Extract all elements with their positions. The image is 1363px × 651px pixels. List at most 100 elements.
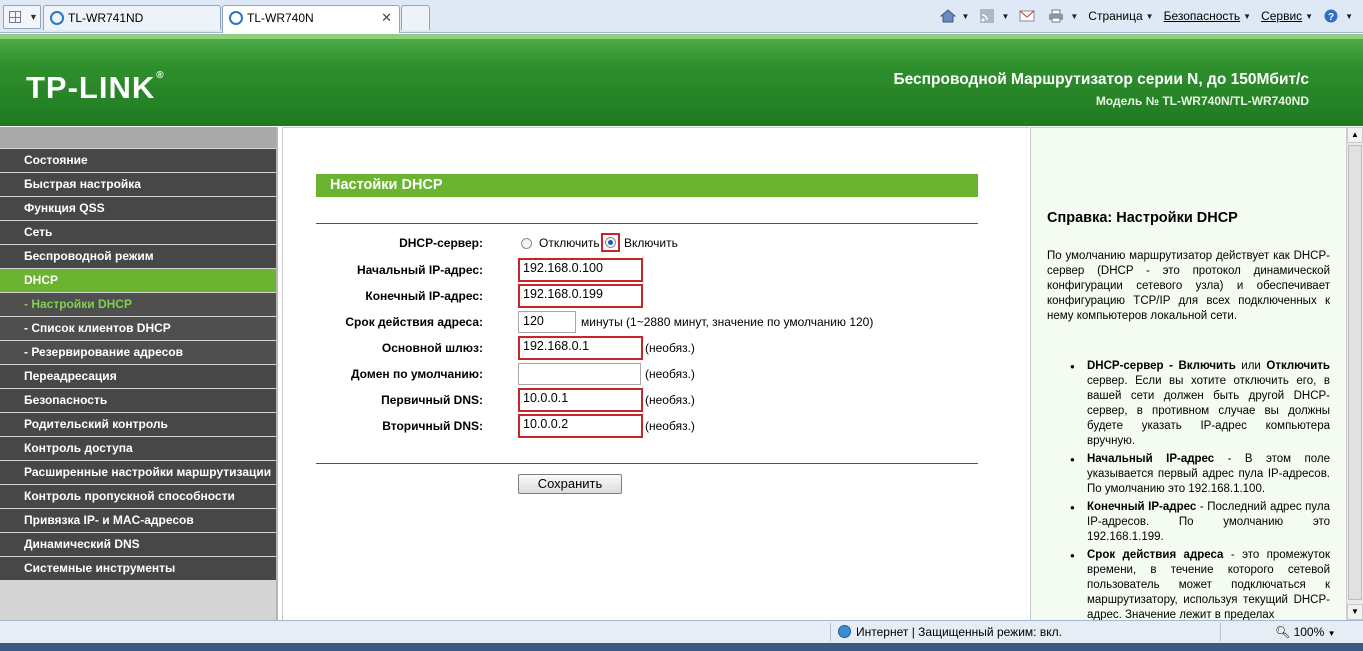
sidebar-item-address-reservation[interactable]: - Резервирование адресов — [0, 340, 276, 364]
zoom-level: 100% — [1293, 625, 1325, 639]
quick-tabs-button[interactable]: ▼ — [3, 5, 41, 29]
service-menu[interactable]: Сервис ▼ — [1261, 9, 1313, 23]
default-domain-label: Домен по умолчанию: — [350, 367, 483, 381]
chevron-down-icon: ▼ — [1145, 11, 1154, 21]
gateway-label: Основной шлюз: — [381, 341, 483, 355]
divider — [1220, 623, 1221, 641]
help-term: Отключить — [1266, 360, 1330, 372]
globe-icon — [838, 625, 851, 638]
command-bar: ▼ ▼ ▼ Страница ▼ Безопасность ▼ Сервис ▼… — [939, 7, 1363, 25]
secondary-dns-label: Вторичный DNS: — [382, 419, 483, 433]
close-tab-icon[interactable]: ✕ — [381, 10, 392, 26]
scroll-down-icon[interactable]: ▼ — [1347, 604, 1363, 620]
security-menu-label: Безопасность — [1163, 9, 1241, 23]
sidebar-item-network[interactable]: Сеть — [0, 220, 276, 244]
help-button[interactable]: ? ▼ — [1323, 9, 1353, 23]
main-content: Настойки DHCP DHCP-сервер: Отключить Вкл… — [282, 127, 1029, 620]
help-term: Срок действия адреса — [1087, 549, 1224, 561]
security-zone-label: Интернет | Защищенный режим: вкл. — [856, 625, 1062, 639]
sidebar-item-dhcp-clients[interactable]: - Список клиентов DHCP — [0, 316, 276, 340]
sidebar-item-ddns[interactable]: Динамический DNS — [0, 532, 276, 556]
zoom-control[interactable]: 🔍︎ 100% ▼ — [1275, 625, 1336, 639]
sidebar-item-advanced-routing[interactable]: Расширенные настройки маршрутизации — [0, 460, 276, 484]
ie-icon — [50, 11, 64, 25]
dhcp-enable-label: Включить — [624, 236, 678, 250]
header-model: Модель № TL-WR740N/TL-WR740ND — [1095, 94, 1309, 108]
sidebar-item-quick-setup[interactable]: Быстрая настройка — [0, 172, 276, 196]
menu-top-spacer — [0, 127, 276, 148]
chevron-down-icon: ▼ — [1001, 11, 1010, 21]
browser-tab-2[interactable]: TL-WR740N ✕ — [222, 5, 400, 33]
help-scrollbar[interactable]: ▲ ▼ — [1346, 127, 1363, 620]
help-text: или — [1235, 360, 1267, 372]
security-zone[interactable]: Интернет | Защищенный режим: вкл. — [838, 625, 1062, 639]
security-menu[interactable]: Безопасность ▼ — [1164, 9, 1251, 23]
secondary-dns-input[interactable]: 10.0.0.2 — [518, 414, 643, 438]
mail-button[interactable] — [1019, 9, 1038, 23]
optional-note: (необяз.) — [645, 419, 695, 433]
save-button[interactable]: Сохранить — [518, 474, 622, 494]
page-menu[interactable]: Страница ▼ — [1088, 9, 1153, 23]
sidebar-item-bandwidth-control[interactable]: Контроль пропускной способности — [0, 484, 276, 508]
divider — [316, 223, 978, 224]
print-button[interactable]: ▼ — [1048, 9, 1078, 23]
help-list: DHCP-сервер - Включить или Отключить сер… — [1070, 359, 1330, 620]
help-icon: ? — [1324, 9, 1338, 23]
gateway-input[interactable]: 192.168.0.1 — [518, 336, 643, 360]
default-domain-input[interactable] — [518, 363, 641, 385]
scroll-up-icon[interactable]: ▲ — [1347, 127, 1363, 143]
chevron-down-icon: ▼ — [961, 11, 970, 21]
dhcp-server-label: DHCP-сервер: — [399, 236, 483, 250]
help-term: DHCP-сервер - Включить — [1087, 360, 1236, 372]
browser-status-bar: Интернет | Защищенный режим: вкл. 🔍︎ 100… — [0, 620, 1363, 643]
start-ip-input[interactable]: 192.168.0.100 — [518, 258, 643, 282]
sidebar-menu: Состояние Быстрая настройка Функция QSS … — [0, 127, 278, 620]
help-item: Начальный IP-адрес - В этом поле указыва… — [1070, 452, 1330, 497]
page-title: Настойки DHCP — [316, 174, 978, 197]
browser-tab-1[interactable]: TL-WR741ND — [43, 5, 221, 30]
chevron-down-icon: ▼ — [1327, 629, 1336, 638]
sidebar-item-parental-control[interactable]: Родительский контроль — [0, 412, 276, 436]
sidebar-item-access-control[interactable]: Контроль доступа — [0, 436, 276, 460]
browser-tab-label: TL-WR740N — [247, 11, 314, 25]
sidebar-item-forwarding[interactable]: Переадресация — [0, 364, 276, 388]
sidebar-item-system-tools[interactable]: Системные инструменты — [0, 556, 276, 580]
dhcp-disable-radio[interactable] — [521, 238, 532, 249]
sidebar-item-ip-mac-binding[interactable]: Привязка IP- и MAC-адресов — [0, 508, 276, 532]
home-icon — [939, 9, 956, 23]
optional-note: (необяз.) — [645, 367, 695, 381]
rss-icon — [980, 9, 995, 23]
zoom-icon: 🔍︎ — [1275, 625, 1291, 639]
sidebar-item-qss[interactable]: Функция QSS — [0, 196, 276, 220]
home-button[interactable]: ▼ — [939, 9, 970, 23]
chevron-down-icon: ▼ — [1243, 11, 1252, 21]
ie-icon — [229, 11, 243, 25]
lease-time-input[interactable]: 120 — [518, 311, 576, 333]
sidebar-item-security[interactable]: Безопасность — [0, 388, 276, 412]
sidebar-item-dhcp[interactable]: DHCP — [0, 268, 276, 292]
help-text: сервер. Если вы хотите отключить его, в … — [1087, 375, 1330, 447]
dhcp-enable-radio[interactable] — [605, 237, 616, 248]
dhcp-disable-label: Отключить — [539, 236, 600, 250]
help-item: Срок действия адреса - это промежуток вр… — [1070, 548, 1330, 620]
tplink-logo: TP-LINK® — [26, 70, 165, 106]
primary-dns-label: Первичный DNS: — [381, 393, 483, 407]
optional-note: (необяз.) — [645, 341, 695, 355]
help-item: DHCP-сервер - Включить или Отключить сер… — [1070, 359, 1330, 449]
primary-dns-input[interactable]: 10.0.0.1 — [518, 388, 643, 412]
help-intro: По умолчанию маршрутизатор действует как… — [1047, 250, 1330, 322]
sidebar-item-wireless[interactable]: Беспроводной режим — [0, 244, 276, 268]
sidebar-item-status[interactable]: Состояние — [0, 148, 276, 172]
feeds-button[interactable]: ▼ — [979, 9, 1009, 23]
header-divider — [0, 34, 1363, 39]
end-ip-input[interactable]: 192.168.0.199 — [518, 284, 643, 308]
lease-time-note: минуты (1~2880 минут, значение по умолча… — [581, 315, 874, 329]
new-tab-button[interactable] — [401, 5, 430, 30]
end-ip-label: Конечный IP-адрес: — [365, 289, 483, 303]
divider — [830, 623, 831, 641]
help-item: Конечный IP-адрес - Последний адрес пула… — [1070, 500, 1330, 545]
browser-tab-label: TL-WR741ND — [68, 11, 144, 25]
scrollbar-thumb[interactable] — [1348, 145, 1362, 600]
chevron-down-icon: ▼ — [1345, 11, 1353, 21]
sidebar-item-dhcp-settings[interactable]: - Настройки DHCP — [0, 292, 276, 316]
